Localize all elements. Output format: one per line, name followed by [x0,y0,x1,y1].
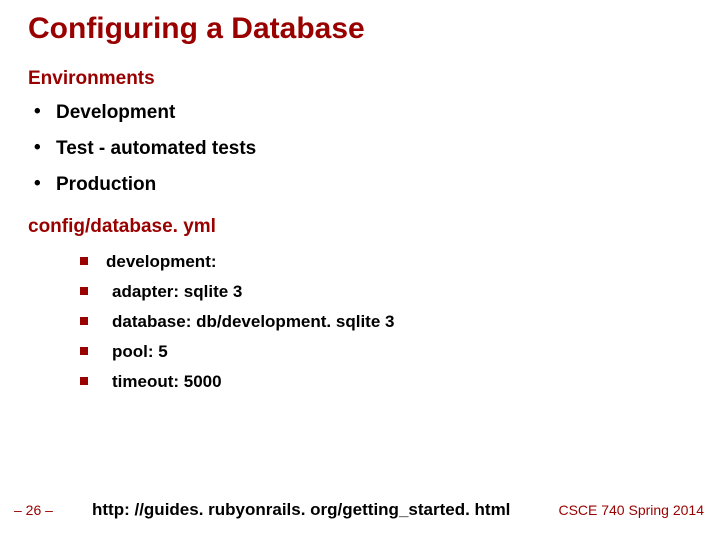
list-item: database: db/development. sqlite 3 [80,312,692,332]
config-file-label: config/database. yml [28,216,692,238]
list-item: timeout: 5000 [80,372,692,392]
page-title: Configuring a Database [28,12,692,46]
list-item: pool: 5 [80,342,692,362]
environments-list: Development Test - automated tests Produ… [28,102,692,196]
config-value: timeout: 5000 [112,372,222,391]
footer-url: http: //guides. rubyonrails. org/getting… [64,500,554,520]
list-item: development: [80,252,692,272]
list-item: adapter: sqlite 3 [80,282,692,302]
config-value: database: db/development. sqlite 3 [112,312,394,331]
slide: Configuring a Database Environments Deve… [0,0,720,540]
course-label: CSCE 740 Spring 2014 [554,502,704,518]
footer: – 26 – http: //guides. rubyonrails. org/… [0,500,720,520]
config-value: adapter: sqlite 3 [112,282,242,301]
page-number: – 26 – [14,502,64,518]
config-section: config/database. yml development: adapte… [28,216,692,392]
list-item: Test - automated tests [28,138,692,160]
config-value: pool: 5 [112,342,168,361]
list-item: Development [28,102,692,124]
section-environments-label: Environments [28,68,692,90]
config-list: development: adapter: sqlite 3 database:… [28,252,692,392]
list-item: Production [28,174,692,196]
